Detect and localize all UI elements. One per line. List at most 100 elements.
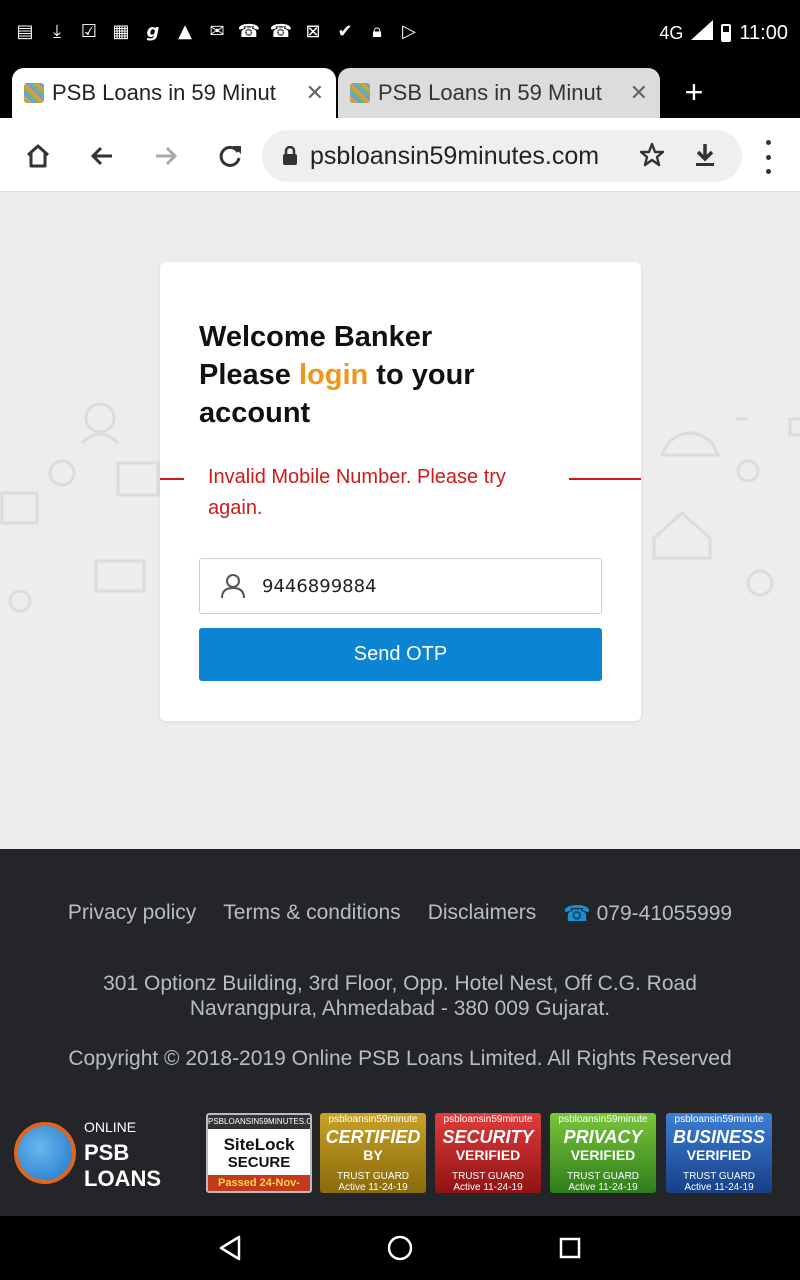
welcome-line2: Please login to your <box>199 356 599 394</box>
overflow-menu-icon[interactable] <box>758 140 778 174</box>
page-body: Welcome Banker Please login to your acco… <box>0 193 800 849</box>
certified-badge[interactable]: psbloansin59minute CERTIFIED BY TRUST GU… <box>320 1113 426 1193</box>
business-badge[interactable]: psbloansin59minute BUSINESS VERIFIED TRU… <box>666 1113 772 1193</box>
disclaimers-link[interactable]: Disclaimers <box>428 901 537 927</box>
outlook-icon: ⊠ <box>305 20 321 42</box>
back-button[interactable] <box>82 136 122 176</box>
check-icon: ✔ <box>337 20 353 42</box>
terms-link[interactable]: Terms & conditions <box>223 901 400 927</box>
brand-text: ONLINE PSB LOANS <box>84 1114 204 1192</box>
g-icon: g <box>146 20 160 42</box>
badge-site: psbloansin59minute <box>558 1114 648 1125</box>
sitelock-badge[interactable]: PSBLOANSIN59MINUTES.COM SiteLock SECURE … <box>206 1113 312 1193</box>
battery-icon <box>721 24 732 42</box>
close-icon[interactable]: ✕ <box>630 80 648 106</box>
address-line2: Navrangpura, Ahmedabad - 380 009 Gujarat… <box>189 997 611 1020</box>
send-otp-button[interactable]: Send OTP <box>199 628 602 681</box>
tab-active[interactable]: PSB Loans in 59 Minut ✕ <box>12 68 336 118</box>
site-footer: Privacy policy Terms & conditions Discla… <box>0 849 800 1216</box>
brand-logo: ONLINE PSB LOANS <box>14 1113 204 1193</box>
trust-logos: ONLINE PSB LOANS PSBLOANSIN59MINUTES.COM… <box>14 1111 786 1195</box>
lock-icon: 🔒︎ <box>372 20 382 42</box>
telephone-icon: ☎ <box>563 901 591 926</box>
browser-toolbar: psbloansin59minutes.com <box>0 118 800 192</box>
lock-icon <box>283 146 297 165</box>
save-icon: ☑ <box>80 20 98 42</box>
badge-date: 11-24-19 <box>714 1182 754 1193</box>
badge-main: SECURITY <box>442 1127 534 1147</box>
sitelock-site: PSBLOANSIN59MINUTES.COM <box>208 1115 310 1129</box>
badge-date: 11-24-19 <box>483 1182 523 1193</box>
star-icon[interactable] <box>638 141 666 174</box>
copyright: Copyright © 2018-2019 Online PSB Loans L… <box>68 1047 732 1070</box>
error-message: Invalid Mobile Number. Please try again. <box>208 466 506 519</box>
privacy-badge[interactable]: psbloansin59minute PRIVACY VERIFIED TRUS… <box>550 1113 656 1193</box>
brand-small: ONLINE <box>84 1119 137 1135</box>
badge-trust: TRUST GUARD Active 11-24-19 <box>550 1171 656 1193</box>
footer-address: 301 Optionz Building, 3rd Floor, Opp. Ho… <box>0 971 800 1021</box>
sitelock-sub: SECURE <box>227 1154 291 1171</box>
footer-links: Privacy policy Terms & conditions Discla… <box>0 901 800 927</box>
status-right: 4G 11:00 <box>659 20 788 46</box>
signal-icon <box>691 20 714 46</box>
phone-number: 079-41055999 <box>596 902 733 925</box>
welcome-line1: Welcome Banker <box>199 321 433 353</box>
new-tab-button[interactable]: + <box>678 76 710 108</box>
download-page-icon[interactable] <box>692 142 718 173</box>
address-line1: 301 Optionz Building, 3rd Floor, Opp. Ho… <box>103 972 697 995</box>
badge-status: Active <box>568 1182 596 1193</box>
network-type: 4G <box>659 22 684 43</box>
back-arrow-icon <box>90 146 112 166</box>
brand-big: PSB LOANS <box>84 1140 161 1191</box>
welcome-heading: Welcome Banker Please login to your acco… <box>199 318 599 432</box>
footer-phone[interactable]: ☎ 079-41055999 <box>563 901 732 927</box>
tab-inactive[interactable]: PSB Loans in 59 Minut ✕ <box>338 68 660 118</box>
welcome-rest: to your <box>368 359 475 391</box>
phone-icon: ☎ <box>269 20 293 42</box>
calendar-icon: ▦ <box>112 20 130 42</box>
badge-sub: VERIFIED <box>455 1147 521 1163</box>
badge-trust-label: TRUST GUARD <box>566 1171 640 1182</box>
forward-button[interactable] <box>146 136 186 176</box>
badge-sub: VERIFIED <box>686 1147 752 1163</box>
tab-title: PSB Loans in 59 Minut <box>52 80 276 105</box>
badge-status: Active <box>453 1182 481 1193</box>
home-icon <box>26 144 50 168</box>
sitelock-passed: Passed 24-Nov-2019 <box>208 1175 310 1191</box>
mobile-number-field[interactable]: 9446899884 <box>199 558 602 614</box>
badge-main: PRIVACY <box>563 1127 643 1147</box>
badge-status: Active <box>338 1182 366 1193</box>
badge-site: psbloansin59minute <box>328 1114 418 1125</box>
system-nav-bar <box>0 1216 800 1280</box>
tab-strip: PSB Loans in 59 Minut ✕ PSB Loans in 59 … <box>0 64 800 118</box>
user-icon <box>221 574 245 599</box>
badge-site: psbloansin59minute <box>443 1114 533 1125</box>
badge-status: Active <box>684 1182 712 1193</box>
sitelock-title: SiteLock <box>223 1135 295 1154</box>
login-card: Welcome Banker Please login to your acco… <box>160 262 641 721</box>
recents-square-icon <box>559 1237 581 1259</box>
badge-sub: VERIFIED <box>570 1147 636 1163</box>
brand-logo-icon <box>14 1122 76 1184</box>
login-highlight: login <box>298 359 369 391</box>
badge-main: CERTIFIED <box>325 1127 421 1147</box>
home-button[interactable] <box>18 136 58 176</box>
clock: 11:00 <box>739 21 788 44</box>
mail-icon: ✉ <box>209 20 225 42</box>
error-divider-right <box>569 478 641 480</box>
badge-main: BUSINESS <box>672 1127 766 1147</box>
nav-home-button[interactable] <box>384 1232 416 1264</box>
badge-date: 11-24-19 <box>368 1182 408 1193</box>
address-bar[interactable]: psbloansin59minutes.com <box>262 130 742 182</box>
badge-trust: TRUST GUARD Active 11-24-19 <box>666 1171 772 1193</box>
nav-recents-button[interactable] <box>554 1232 586 1264</box>
close-icon[interactable]: ✕ <box>306 80 324 106</box>
favicon-icon <box>24 83 44 103</box>
security-badge[interactable]: psbloansin59minute SECURITY VERIFIED TRU… <box>435 1113 541 1193</box>
reload-button[interactable] <box>210 136 250 176</box>
privacy-policy-link[interactable]: Privacy policy <box>68 901 196 927</box>
url-text: psbloansin59minutes.com <box>310 141 600 170</box>
nav-back-button[interactable] <box>214 1232 246 1264</box>
forward-arrow-icon <box>156 146 178 166</box>
phone-icon: ☎ <box>237 20 261 42</box>
